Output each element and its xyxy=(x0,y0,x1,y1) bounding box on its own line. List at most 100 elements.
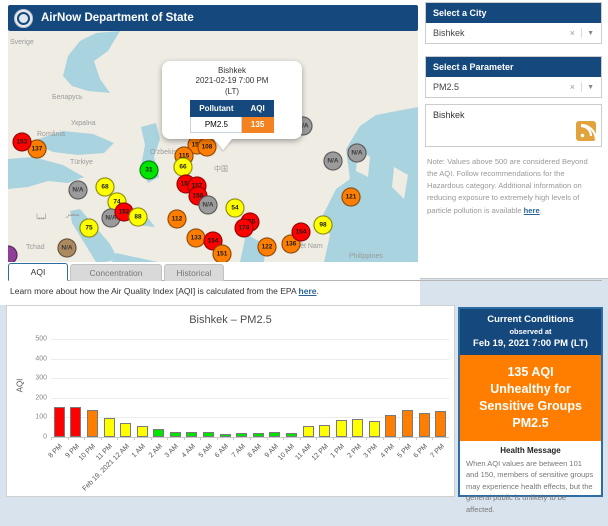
x-axis-tick xyxy=(167,437,168,440)
parameter-select-header: Select a Parameter xyxy=(426,57,601,77)
observed-at-label: observed at xyxy=(464,327,597,336)
x-axis-tick xyxy=(333,437,334,440)
map-place-label: Україна xyxy=(71,120,96,127)
map-marker[interactable]: 122 xyxy=(258,238,277,257)
chart-bar[interactable] xyxy=(70,407,81,437)
popup-pollutant-value: PM2.5 xyxy=(191,117,242,133)
chart-bar[interactable] xyxy=(236,433,247,437)
chart-bar[interactable] xyxy=(253,433,264,437)
popup-col-aqi: AQI xyxy=(242,101,273,117)
aqi-map[interactable]: SverigeБеларусьУкраїнаRomâniaTürkiyeO'zb… xyxy=(8,31,418,262)
city-select[interactable]: Bishkek × ▼ xyxy=(426,23,601,43)
map-marker[interactable]: N/A xyxy=(348,144,367,163)
feed-panel: Bishkek xyxy=(425,104,602,147)
chart-bar[interactable] xyxy=(87,410,98,437)
map-place-label: Беларусь xyxy=(52,94,83,101)
chart-bar[interactable] xyxy=(170,432,181,437)
map-marker[interactable]: 98 xyxy=(314,216,333,235)
map-marker[interactable]: 31 xyxy=(140,161,159,180)
note-text: Note: Values above 500 are considered Be… xyxy=(427,157,588,215)
popup-table: Pollutant AQI PM2.5 135 xyxy=(190,100,273,133)
aqi-note: Note: Values above 500 are considered Be… xyxy=(427,156,600,217)
chart-bar[interactable] xyxy=(402,410,413,437)
parameter-select-panel: Select a Parameter PM2.5 × ▼ xyxy=(425,56,602,98)
chart-bar[interactable] xyxy=(435,411,446,437)
map-marker[interactable]: 121 xyxy=(342,188,361,207)
learn-more-link[interactable]: here xyxy=(299,286,317,296)
map-place-label: România xyxy=(37,131,65,138)
tab-historical[interactable]: Historical xyxy=(164,264,224,281)
x-axis-tick xyxy=(117,437,118,440)
chart-bar[interactable] xyxy=(336,420,347,437)
chart-bar[interactable] xyxy=(220,434,231,437)
x-axis-tick xyxy=(366,437,367,440)
map-marker[interactable]: N/A xyxy=(324,152,343,171)
chart-bar[interactable] xyxy=(352,419,363,437)
x-axis-tick xyxy=(233,437,234,440)
note-suffix: . xyxy=(540,206,542,215)
x-axis-tick xyxy=(184,437,185,440)
chart-bar[interactable] xyxy=(286,433,297,437)
chart-plot-area: 8 PM9 PM10 PM11 PMFeb 19, 2021 12 AM1 AM… xyxy=(51,339,449,437)
parameter-select-value: PM2.5 xyxy=(433,82,564,92)
chart-bar[interactable] xyxy=(186,432,197,437)
map-marker[interactable]: N/A xyxy=(69,181,88,200)
x-axis-tick xyxy=(68,437,69,440)
x-axis-tick xyxy=(200,437,201,440)
chart-bar[interactable] xyxy=(104,418,115,437)
popup-city: Bishkek xyxy=(166,66,298,76)
aqi-category: Unhealthy for Sensitive Groups xyxy=(466,381,595,415)
city-select-panel: Select a City Bishkek × ▼ xyxy=(425,2,602,44)
city-select-header: Select a City xyxy=(426,3,601,23)
chart-bar[interactable] xyxy=(369,421,380,437)
learn-more-suffix: . xyxy=(317,286,319,296)
chart-bar[interactable] xyxy=(303,426,314,437)
chevron-down-icon[interactable]: ▼ xyxy=(587,84,594,91)
chart-bar[interactable] xyxy=(385,415,396,437)
map-marker[interactable]: N/A xyxy=(58,239,77,258)
map-marker[interactable]: 153 xyxy=(13,133,32,152)
x-axis-tick xyxy=(399,437,400,440)
map-place-label: مصر xyxy=(66,210,80,218)
y-axis-tick-label: 300 xyxy=(21,375,47,382)
aqi-value-line: 135 AQI xyxy=(466,364,595,381)
x-axis-tick xyxy=(267,437,268,440)
chart-bar[interactable] xyxy=(137,426,148,437)
map-marker[interactable]: 151 xyxy=(213,245,232,263)
map-place-label: Sverige xyxy=(10,39,34,46)
chart-bar[interactable] xyxy=(419,413,430,437)
map-marker[interactable]: 154 xyxy=(292,223,311,242)
map-marker[interactable]: 112 xyxy=(168,210,187,229)
clear-city-icon[interactable]: × xyxy=(564,28,581,38)
chart-bar[interactable] xyxy=(203,432,214,437)
map-marker[interactable]: N/A xyxy=(199,196,218,215)
popup-datetime: 2021-02-19 7:00 PM xyxy=(166,76,298,86)
map-marker[interactable]: 174 xyxy=(235,219,254,238)
map-place-label: Philippines xyxy=(349,253,383,260)
chart-bar[interactable] xyxy=(153,429,164,437)
learn-more-body: Learn more about how the Air Quality Ind… xyxy=(10,286,299,296)
health-message-title: Health Message xyxy=(466,446,595,455)
parameter-select[interactable]: PM2.5 × ▼ xyxy=(426,77,601,97)
y-axis-tick-label: 100 xyxy=(21,414,47,421)
chart-bar[interactable] xyxy=(319,425,330,437)
tab-strip: AQIConcentrationHistorical xyxy=(8,263,602,281)
rss-feed-icon[interactable] xyxy=(576,121,596,141)
y-axis-tick-label: 400 xyxy=(21,355,47,362)
current-conditions-header: Current Conditions observed at Feb 19, 2… xyxy=(460,309,601,355)
chevron-down-icon[interactable]: ▼ xyxy=(587,30,594,37)
map-marker[interactable]: 66 xyxy=(174,158,193,177)
health-message-text: When AQI values are between 101 and 150,… xyxy=(466,458,595,516)
tab-concentration[interactable]: Concentration xyxy=(70,264,162,281)
tab-aqi[interactable]: AQI xyxy=(8,263,68,281)
map-marker[interactable]: 54 xyxy=(226,199,245,218)
map-place-label: Tchad xyxy=(26,244,45,251)
clear-parameter-icon[interactable]: × xyxy=(564,82,581,92)
map-marker[interactable]: 88 xyxy=(129,208,148,227)
map-marker[interactable]: 75 xyxy=(80,219,99,238)
chart-bar[interactable] xyxy=(269,432,280,437)
map-marker[interactable]: 133 xyxy=(187,229,206,248)
note-link[interactable]: here xyxy=(524,206,540,215)
chart-bar[interactable] xyxy=(54,407,65,437)
chart-bar[interactable] xyxy=(120,423,131,437)
